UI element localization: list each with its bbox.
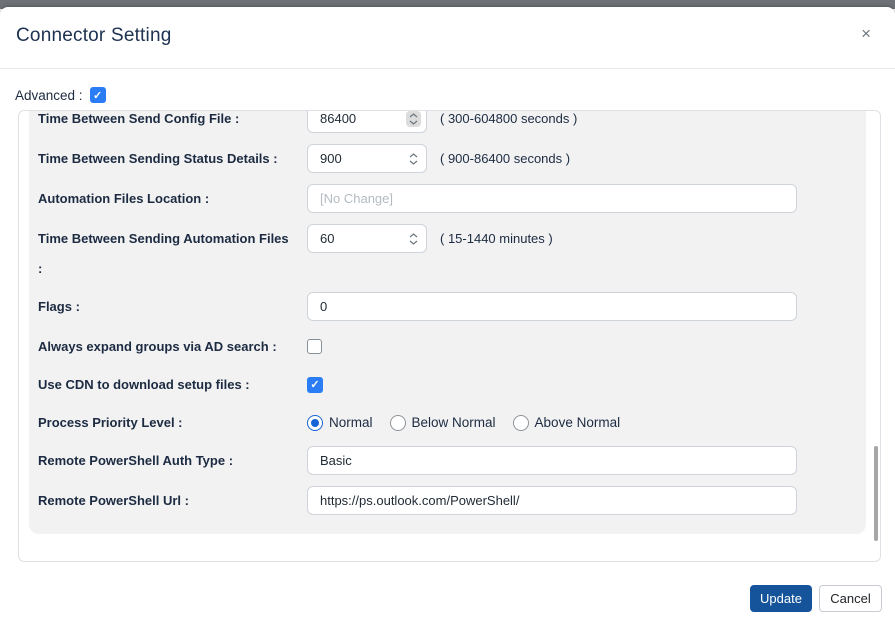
chevron-down-icon [409,120,418,125]
automation-files-value: 60 [320,231,334,246]
config-file-hint: ( 300-604800 seconds ) [440,111,577,126]
status-details-input[interactable]: 900 [307,144,427,173]
row-flags: Flags : [38,292,856,321]
advanced-label: Advanced : [15,88,83,103]
row-use-cdn: Use CDN to download setup files : ✓ [38,370,856,399]
cancel-button[interactable]: Cancel [819,585,882,612]
auth-type-input[interactable] [307,446,797,475]
config-file-label: Time Between Send Config File : [38,111,307,126]
form-scroll-area[interactable]: Time Between Send Config File : 86400 ( … [18,110,881,562]
row-ps-url: Remote PowerShell Url : [38,486,856,515]
ps-url-label: Remote PowerShell Url : [38,493,307,508]
dialog-footer: Update Cancel [0,569,895,621]
chevron-up-icon [409,233,418,238]
connector-setting-dialog: Connector Setting × Advanced : ✓ Time Be… [0,7,895,621]
radio-unselected-icon[interactable] [390,415,406,431]
config-file-spinner[interactable] [406,111,421,127]
dialog-title: Connector Setting [16,25,172,47]
dialog-header: Connector Setting × [0,7,895,68]
form-panel: Time Between Send Config File : 86400 ( … [29,110,866,534]
chevron-down-icon [409,160,418,165]
automation-files-label-colon: : [38,261,42,276]
use-cdn-checkbox[interactable]: ✓ [307,377,323,393]
chevron-up-icon [409,153,418,158]
priority-option-below-normal[interactable]: Below Normal [390,415,496,431]
row-auth-type: Remote PowerShell Auth Type : [38,446,856,475]
radio-unselected-icon[interactable] [513,415,529,431]
status-details-hint: ( 900-86400 seconds ) [440,151,570,166]
priority-option-label: Below Normal [412,415,496,430]
automation-location-label: Automation Files Location : [38,191,307,206]
priority-option-label: Normal [329,415,373,430]
automation-location-input[interactable] [307,184,797,213]
priority-label: Process Priority Level : [38,415,307,430]
vertical-scrollbar-thumb[interactable] [874,446,878,541]
row-automation-files: Time Between Sending Automation Files 60… [38,224,856,253]
row-status-details: Time Between Sending Status Details : 90… [38,144,856,173]
config-file-value: 86400 [320,111,356,126]
advanced-row: Advanced : ✓ [15,87,106,103]
use-cdn-label: Use CDN to download setup files : [38,377,307,392]
close-icon[interactable]: × [861,25,871,42]
automation-files-label: Time Between Sending Automation Files [38,231,307,246]
chevron-down-icon [409,240,418,245]
advanced-checkbox[interactable]: ✓ [90,87,106,103]
status-details-spinner[interactable] [406,151,421,167]
priority-radio-group: Normal Below Normal Above Normal [307,415,620,431]
header-divider [0,68,895,69]
flags-input[interactable] [307,292,797,321]
expand-groups-checkbox[interactable] [307,339,322,354]
priority-option-normal[interactable]: Normal [307,415,373,431]
priority-option-label: Above Normal [535,415,621,430]
expand-groups-label: Always expand groups via AD search : [38,339,307,354]
priority-option-above-normal[interactable]: Above Normal [513,415,621,431]
auth-type-label: Remote PowerShell Auth Type : [38,453,307,468]
chevron-up-icon [409,113,418,118]
automation-files-spinner[interactable] [406,231,421,247]
row-priority: Process Priority Level : Normal Below No… [38,408,856,437]
row-expand-groups: Always expand groups via AD search : [38,332,856,361]
flags-label: Flags : [38,299,307,314]
config-file-input[interactable]: 86400 [307,110,427,133]
automation-files-hint: ( 15-1440 minutes ) [440,231,553,246]
radio-selected-icon[interactable] [307,415,323,431]
ps-url-input[interactable] [307,486,797,515]
update-button[interactable]: Update [750,585,812,612]
status-details-value: 900 [320,151,342,166]
status-details-label: Time Between Sending Status Details : [38,151,307,166]
row-config-file: Time Between Send Config File : 86400 ( … [38,110,856,133]
row-automation-location: Automation Files Location : [38,184,856,213]
automation-files-input[interactable]: 60 [307,224,427,253]
